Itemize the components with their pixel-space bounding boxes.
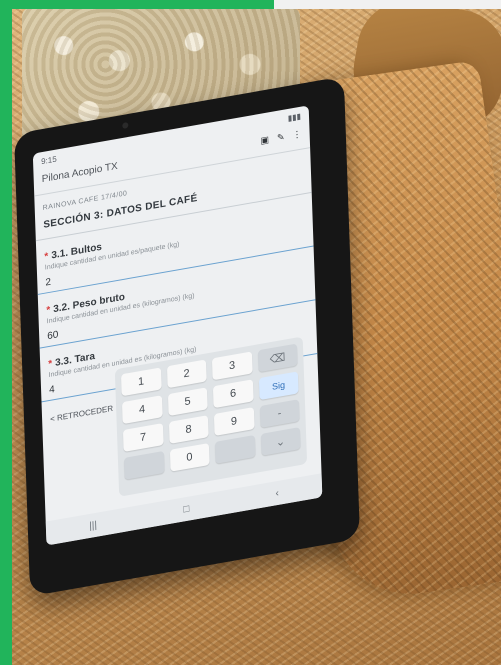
key-7[interactable]: 7 <box>122 423 164 452</box>
more-icon[interactable]: ⋮ <box>292 129 301 142</box>
required-icon: * <box>48 358 53 371</box>
required-icon: * <box>44 251 49 263</box>
key-1[interactable]: 1 <box>120 367 162 397</box>
save-icon[interactable]: ▣ <box>260 134 269 146</box>
next-button[interactable]: Sig <box>258 371 299 401</box>
green-frame-left <box>0 0 12 665</box>
blank-key-left[interactable] <box>123 450 165 480</box>
key-2[interactable]: 2 <box>166 359 207 389</box>
key-0[interactable]: 0 <box>169 443 210 472</box>
back-icon[interactable]: ‹ <box>275 487 279 499</box>
minus-key[interactable]: - <box>259 399 300 429</box>
required-icon: * <box>46 304 51 317</box>
key-3[interactable]: 3 <box>211 351 253 381</box>
blank-key-right[interactable] <box>214 435 256 464</box>
home-icon[interactable]: □ <box>183 503 189 515</box>
status-signal-icon: ▮▮▮ <box>287 111 302 123</box>
toolbar-icons: ▣ ✎ ⋮ <box>260 129 301 147</box>
photo-scene: 9:15 ▮▮▮ Pilona Acopio TX ▣ ✎ ⋮ RAINOVA … <box>0 0 501 665</box>
key-6[interactable]: 6 <box>212 379 254 409</box>
key-4[interactable]: 4 <box>121 395 163 425</box>
tablet-device: 9:15 ▮▮▮ Pilona Acopio TX ▣ ✎ ⋮ RAINOVA … <box>14 76 361 597</box>
green-frame-top <box>0 0 274 9</box>
recent-apps-icon[interactable]: ||| <box>89 519 97 531</box>
key-5[interactable]: 5 <box>167 387 208 417</box>
white-frame-top <box>274 0 501 9</box>
key-9[interactable]: 9 <box>213 407 255 436</box>
key-8[interactable]: 8 <box>168 415 209 444</box>
camera-icon <box>122 121 129 129</box>
tablet-screen: 9:15 ▮▮▮ Pilona Acopio TX ▣ ✎ ⋮ RAINOVA … <box>32 105 323 546</box>
tools-icon[interactable]: ✎ <box>277 132 285 144</box>
status-time: 9:15 <box>40 154 57 166</box>
hide-keyboard-icon[interactable]: ⌄ <box>260 427 301 456</box>
backspace-icon[interactable]: ⌫ <box>257 343 298 373</box>
